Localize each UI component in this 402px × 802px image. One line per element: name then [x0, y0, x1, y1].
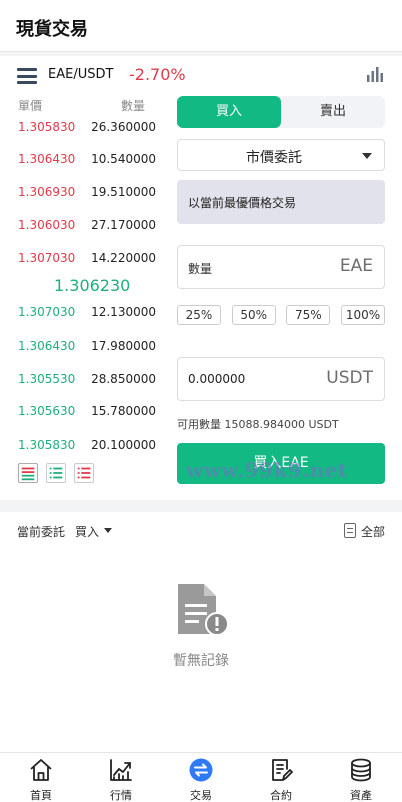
market-chart-icon: [110, 759, 132, 781]
bid-price: 1.307030: [18, 305, 76, 319]
bid-price: 1.305530: [18, 372, 76, 386]
bid-row[interactable]: 1.306430 17.980000: [0, 339, 170, 359]
tab-sell[interactable]: 賣出: [281, 96, 385, 128]
quantity-unit: EAE: [339, 256, 373, 276]
current-orders: 當前委託 買入 全部 暫無記錄: [0, 512, 402, 752]
ask-price: 1.306930: [18, 185, 76, 199]
percent-75-button[interactable]: 75%: [286, 305, 331, 325]
ask-price: 1.306030: [18, 218, 76, 232]
bar-chart-icon[interactable]: [366, 65, 384, 83]
quantity-label: 數量: [188, 262, 213, 276]
bid-qty: 28.850000: [91, 372, 156, 386]
nav-trade[interactable]: 交易: [161, 753, 241, 802]
menu-icon[interactable]: [17, 68, 37, 84]
bid-qty: 17.980000: [91, 339, 156, 353]
orderbook-price-header: 單價: [18, 99, 43, 113]
bid-qty: 20.100000: [91, 438, 156, 452]
market-price-hint-text: 以當前最優價格交易: [188, 196, 297, 210]
total-value: 0.000000: [188, 372, 246, 386]
empty-state-text: 暫無記錄: [173, 653, 229, 669]
ask-price: 1.306430: [18, 152, 76, 166]
ask-qty: 19.510000: [91, 185, 156, 199]
nav-assets[interactable]: 資產: [321, 753, 401, 802]
ask-row[interactable]: 1.307030 14.220000: [0, 251, 170, 271]
ask-qty: 10.540000: [91, 152, 156, 166]
pair-name[interactable]: EAE/USDT: [48, 67, 113, 82]
percent-50-button[interactable]: 50%: [231, 305, 276, 325]
ask-row[interactable]: 1.306030 27.170000: [0, 218, 170, 238]
trade-panel: EAE/USDT -2.70% 單價 數量 1.305830 26.360000 …: [0, 56, 402, 500]
empty-document-icon: [178, 584, 229, 636]
bid-row[interactable]: 1.305530 28.850000: [0, 372, 170, 392]
nav-market[interactable]: 行情: [81, 753, 161, 802]
bid-row[interactable]: 1.307030 12.130000: [0, 305, 170, 325]
bid-row[interactable]: 1.305630 15.780000: [0, 404, 170, 424]
home-icon: [30, 759, 52, 781]
ask-row[interactable]: 1.305830 26.360000: [0, 120, 170, 140]
depth-asks-icon[interactable]: [74, 463, 94, 483]
caret-down-icon[interactable]: [104, 528, 112, 533]
bid-qty: 15.780000: [91, 404, 156, 418]
nav-trade-label: 交易: [190, 789, 212, 802]
bid-qty: 12.130000: [91, 305, 156, 319]
order-type-value: 市價委託: [246, 150, 302, 166]
bid-row[interactable]: 1.305830 20.100000: [0, 438, 170, 458]
trade-exchange-icon: [189, 758, 213, 782]
document-list-icon[interactable]: [344, 523, 356, 538]
available-balance: 可用數量 15088.984000 USDT: [177, 418, 339, 431]
depth-bids-icon[interactable]: [46, 463, 66, 483]
quantity-input[interactable]: 數量 EAE: [177, 245, 385, 289]
nav-home-label: 首頁: [30, 789, 52, 802]
ask-price: 1.305830: [18, 120, 76, 134]
nav-contract[interactable]: 合約: [241, 753, 321, 802]
bid-price: 1.305630: [18, 404, 76, 418]
total-input[interactable]: 0.000000 USDT: [177, 357, 385, 401]
assets-icon: [351, 758, 371, 782]
percent-100-button[interactable]: 100%: [340, 305, 385, 325]
page-title: 現貨交易: [16, 19, 88, 40]
watermark: www.99k9.net: [186, 458, 348, 482]
ask-row[interactable]: 1.306930 19.510000: [0, 185, 170, 205]
bottom-nav: 首頁 行情 交易 合約 資產: [0, 752, 402, 802]
orderbook-qty-header: 數量: [121, 99, 146, 113]
header: 現貨交易: [0, 0, 402, 52]
nav-home[interactable]: 首頁: [1, 753, 81, 802]
percent-25-button[interactable]: 25%: [177, 305, 221, 325]
order-type-select[interactable]: 市價委託: [177, 139, 385, 171]
side-tabs: 買入 賣出: [177, 96, 385, 128]
pair-change: -2.70%: [129, 65, 186, 84]
current-orders-label: 當前委託: [17, 525, 66, 539]
ask-qty: 14.220000: [91, 251, 156, 265]
bid-price: 1.306430: [18, 339, 76, 353]
tab-buy[interactable]: 買入: [177, 96, 281, 128]
ask-row[interactable]: 1.306430 10.540000: [0, 152, 170, 172]
nav-market-label: 行情: [110, 789, 132, 802]
orders-filter[interactable]: 買入: [75, 523, 99, 540]
caret-down-icon: [362, 153, 372, 159]
all-orders-link[interactable]: 全部: [361, 523, 385, 540]
bid-price: 1.305830: [18, 438, 76, 452]
nav-assets-label: 資產: [350, 789, 372, 802]
total-unit: USDT: [326, 368, 373, 388]
nav-contract-label: 合約: [270, 789, 292, 802]
ask-qty: 26.360000: [91, 120, 156, 134]
ask-qty: 27.170000: [91, 218, 156, 232]
ask-price: 1.307030: [18, 251, 76, 265]
market-price-hint: 以當前最優價格交易: [177, 180, 385, 224]
depth-view-toggles: [18, 463, 94, 483]
depth-both-icon[interactable]: [18, 463, 38, 483]
pair-row: EAE/USDT -2.70%: [0, 56, 402, 94]
mid-price: 1.306230: [54, 276, 131, 295]
percent-options: 25% 50% 75% 100%: [177, 305, 385, 325]
contract-icon: [272, 759, 293, 781]
